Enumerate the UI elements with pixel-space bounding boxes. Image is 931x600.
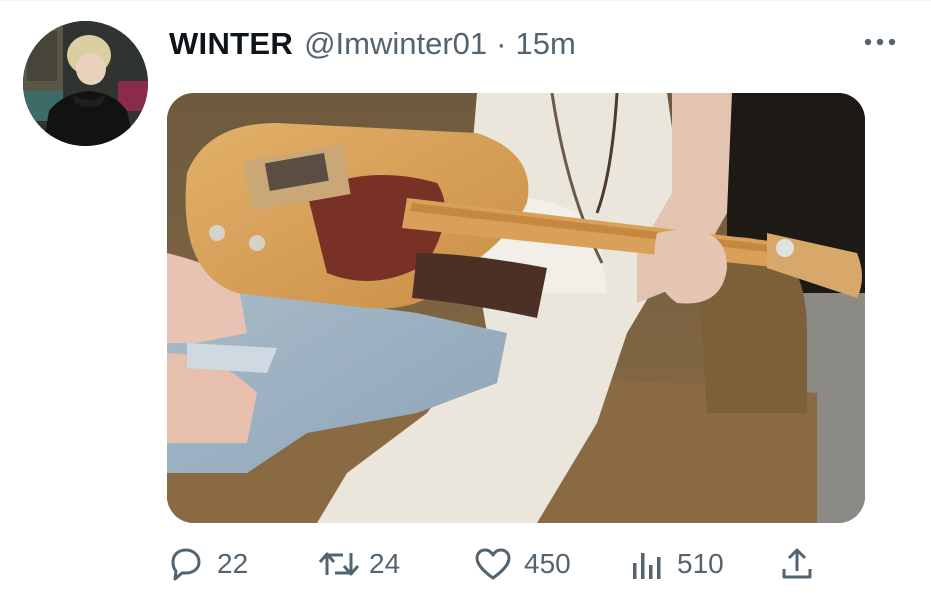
timestamp[interactable]: 15m (515, 26, 575, 62)
share-icon (779, 545, 815, 583)
author-handle[interactable]: @Imwinter01 (304, 26, 487, 62)
reply-count: 22 (217, 548, 249, 579)
views-button[interactable]: 510 (629, 542, 724, 586)
tweet-media[interactable] (167, 93, 865, 523)
share-button[interactable] (779, 542, 815, 586)
heart-icon (474, 545, 512, 583)
tweet-card: WINTER @Imwinter01 · 15m 22 24 450 510 (0, 0, 931, 600)
retweet-icon (317, 545, 361, 583)
media-photo (167, 93, 865, 523)
more-options-button[interactable] (862, 32, 898, 52)
ellipsis-icon (864, 38, 896, 46)
reply-button[interactable]: 22 (167, 542, 248, 586)
author-name[interactable]: WINTER (169, 26, 293, 62)
like-count: 450 (524, 548, 571, 579)
divider (0, 0, 931, 1)
like-button[interactable]: 450 (474, 542, 571, 586)
reply-icon (167, 545, 205, 583)
analytics-icon (629, 545, 665, 583)
avatar-image (23, 21, 148, 146)
views-count: 510 (677, 548, 724, 579)
separator-dot: · (496, 26, 507, 61)
tweet-header: WINTER @Imwinter01 · 15m (169, 22, 576, 66)
avatar[interactable] (23, 21, 148, 146)
retweet-count: 24 (369, 548, 401, 579)
tweet-actions: 22 24 450 510 (167, 542, 827, 586)
retweet-button[interactable]: 24 (317, 542, 400, 586)
